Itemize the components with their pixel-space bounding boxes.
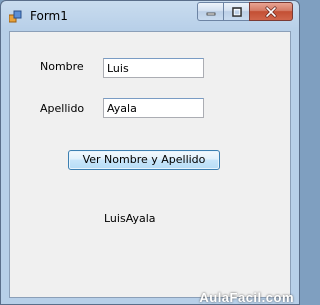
app-icon — [9, 10, 22, 23]
form-window: Form1 Nombre Apell — [0, 0, 300, 305]
nombre-input[interactable] — [103, 58, 204, 78]
close-button[interactable] — [249, 2, 293, 21]
minimize-button[interactable] — [197, 2, 223, 21]
caption-buttons — [197, 2, 293, 22]
apellido-label: Apellido — [40, 102, 85, 115]
maximize-button[interactable] — [223, 2, 249, 21]
maximize-icon — [231, 6, 242, 17]
nombre-label: Nombre — [40, 60, 84, 73]
apellido-input[interactable] — [103, 98, 204, 118]
window-title: Form1 — [30, 9, 68, 23]
title-bar[interactable]: Form1 — [1, 1, 299, 31]
minimize-icon — [206, 12, 215, 15]
close-icon — [265, 6, 277, 17]
result-label: LuisAyala — [104, 212, 156, 225]
watermark: AulaFacil.com — [199, 290, 294, 305]
ver-nombre-apellido-button[interactable]: Ver Nombre y Apellido — [68, 150, 220, 170]
form-client-area: Nombre Apellido Ver Nombre y Apellido Lu… — [9, 31, 291, 298]
